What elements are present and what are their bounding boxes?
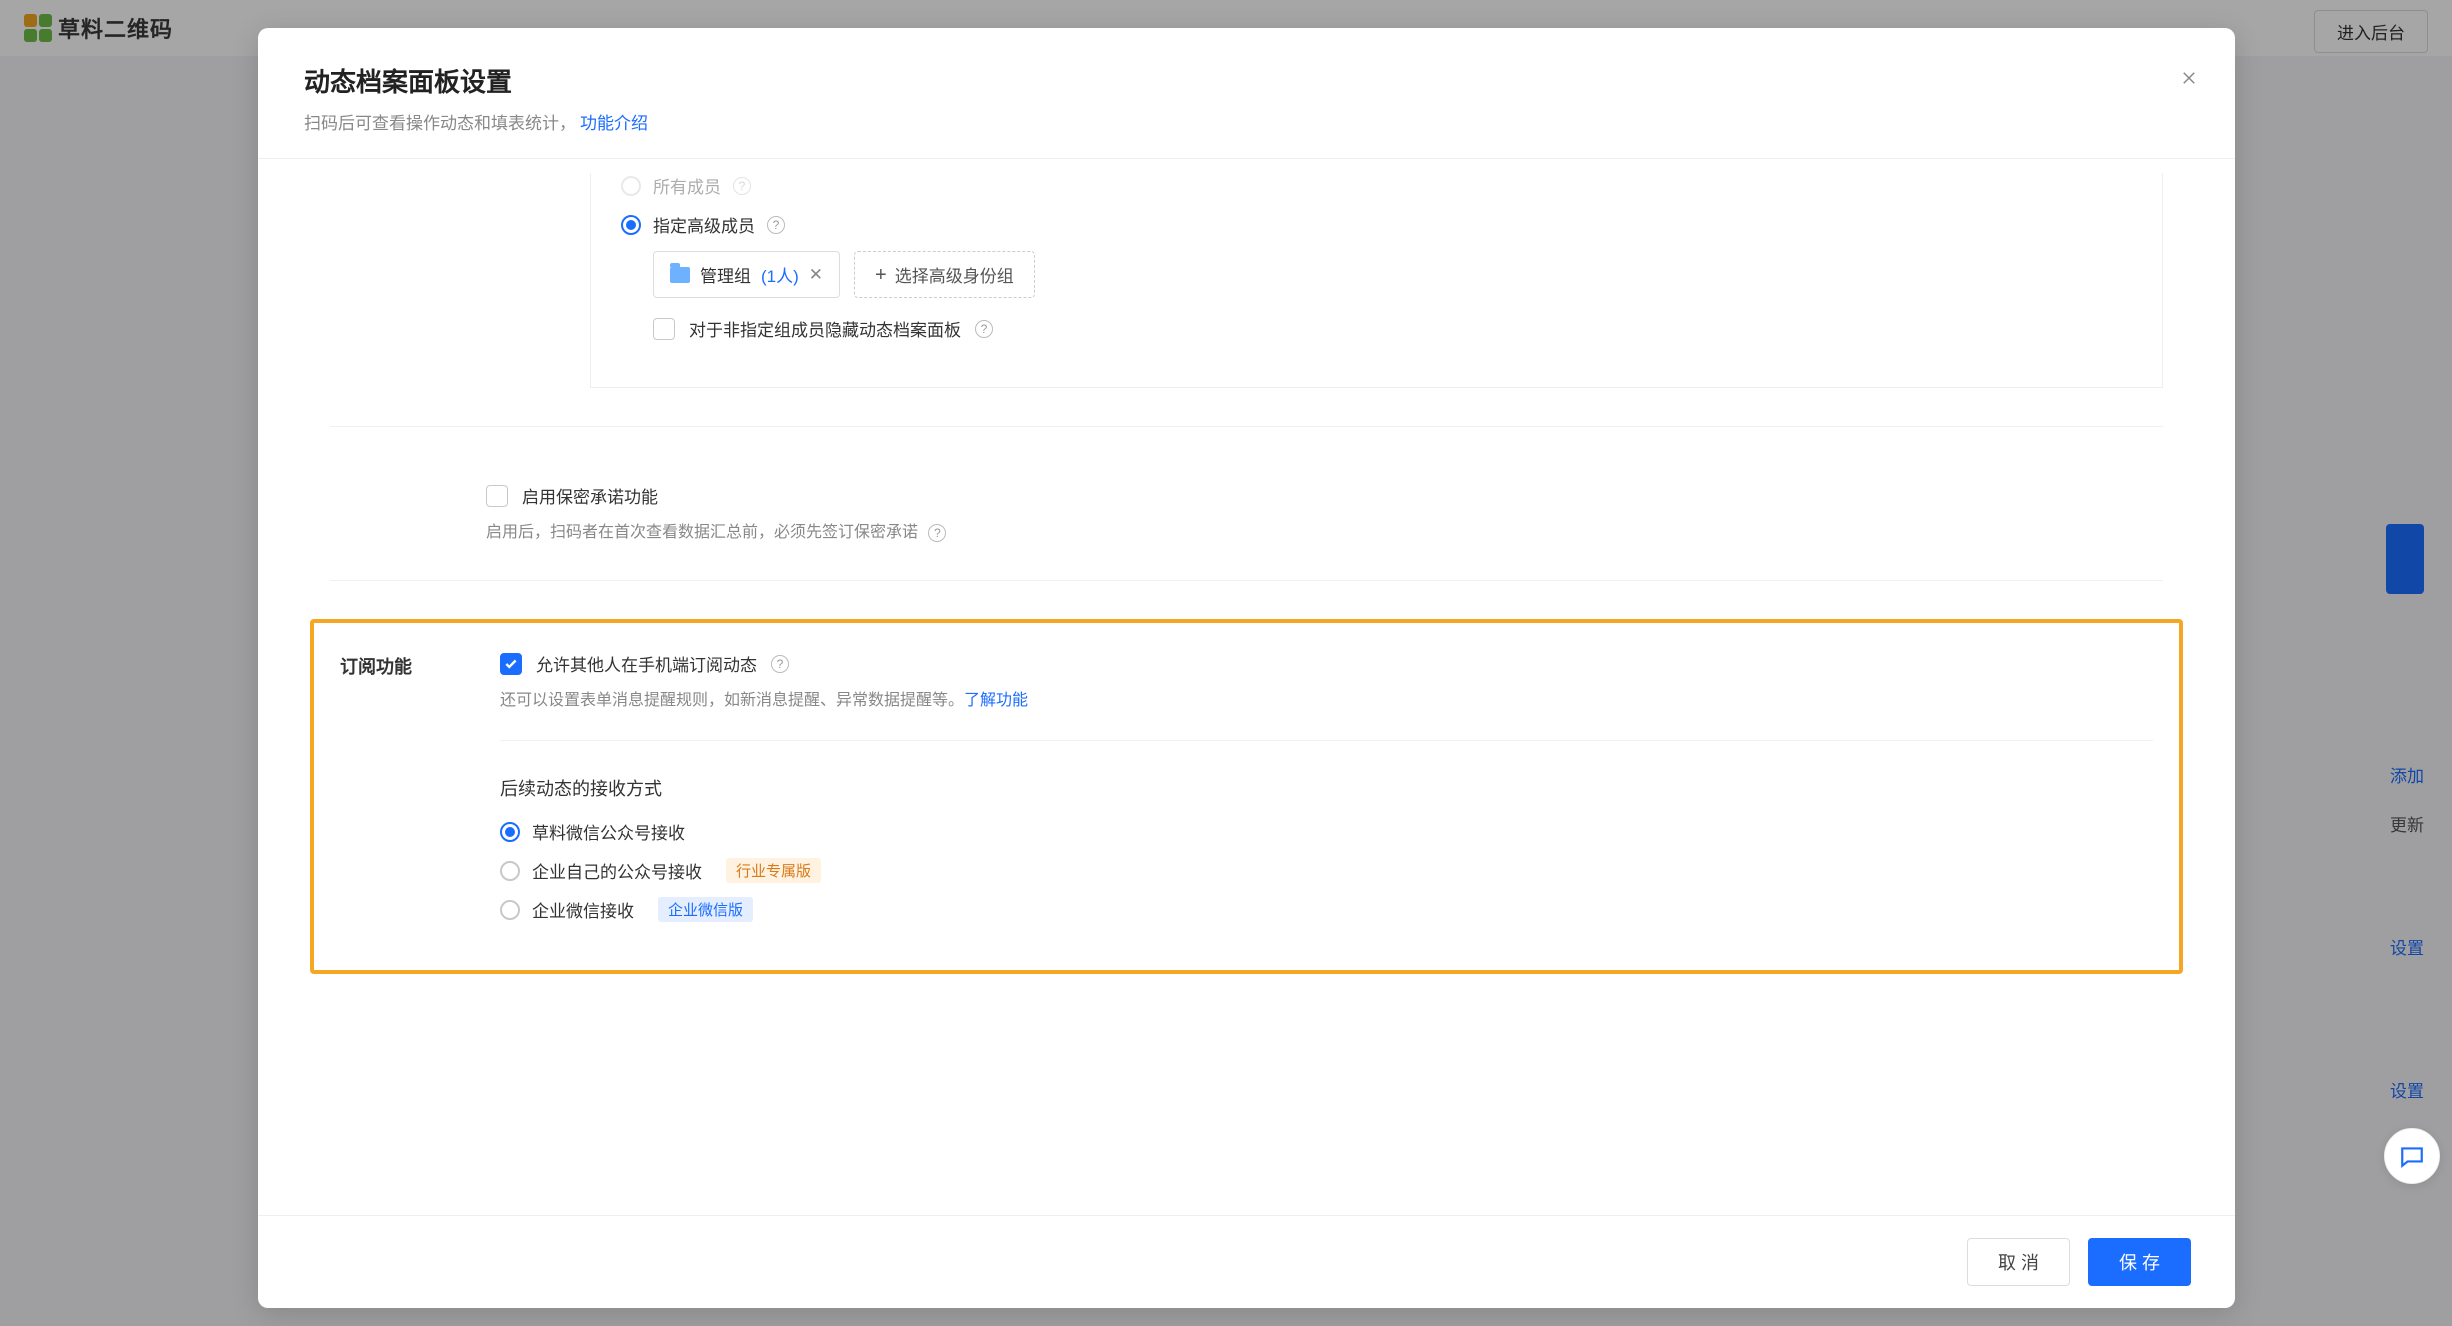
save-button[interactable]: 保 存 — [2088, 1238, 2191, 1286]
group-chip-count: (1人) — [761, 262, 799, 287]
checkbox-icon-checked — [500, 653, 522, 675]
radio-all-members[interactable]: 所有成员 ? — [621, 173, 2122, 198]
modal-subtitle: 扫码后可查看操作动态和填表统计，功能介绍 — [304, 109, 2189, 134]
modal-body: 所有成员 ? 指定高级成员 ? 管理组 (1人) ✕ + — [258, 159, 2235, 1215]
checkbox-icon — [486, 485, 508, 507]
group-chip-label: 管理组 — [700, 262, 751, 287]
close-button[interactable] — [2175, 64, 2203, 92]
cancel-button[interactable]: 取 消 — [1967, 1238, 2070, 1286]
help-icon[interactable]: ? — [928, 524, 946, 542]
industry-badge: 行业专属版 — [726, 858, 821, 883]
plus-icon: + — [875, 265, 887, 285]
feature-intro-link[interactable]: 功能介绍 — [580, 114, 648, 133]
radio-wecom[interactable]: 企业微信接收 企业微信版 — [500, 897, 2153, 922]
checkbox-icon — [653, 318, 675, 340]
chat-help-button[interactable] — [2384, 1128, 2440, 1184]
modal-subtitle-text: 扫码后可查看操作动态和填表统计， — [304, 114, 576, 133]
help-icon[interactable]: ? — [733, 177, 751, 195]
radio-label: 企业自己的公众号接收 — [532, 858, 702, 883]
select-group-button[interactable]: + 选择高级身份组 — [854, 251, 1035, 298]
radio-admin-members[interactable]: 指定高级成员 ? — [621, 212, 2122, 237]
radio-enterprise-wechat[interactable]: 企业自己的公众号接收 行业专属版 — [500, 858, 2153, 883]
learn-more-link[interactable]: 了解功能 — [964, 692, 1028, 709]
remove-chip-button[interactable]: ✕ — [809, 265, 823, 285]
radio-icon — [500, 861, 520, 881]
subscribe-section: 订阅功能 允许其他人在手机端订阅动态 ? 还可以设置表单消息提醒规则，如新消息提… — [334, 651, 2159, 936]
confidential-section: 启用保密承诺功能 启用后，扫码者在首次查看数据汇总前，必须先签订保密承诺 ? — [460, 465, 2163, 542]
subscribe-highlight-box: 订阅功能 允许其他人在手机端订阅动态 ? 还可以设置表单消息提醒规则，如新消息提… — [310, 619, 2183, 974]
radio-caoliao-wechat[interactable]: 草料微信公众号接收 — [500, 819, 2153, 844]
allow-subscribe-checkbox[interactable]: 允许其他人在手机端订阅动态 ? — [500, 651, 2153, 676]
divider — [330, 580, 2163, 581]
radio-label: 指定高级成员 — [653, 212, 755, 237]
permission-group: 所有成员 ? 指定高级成员 ? 管理组 (1人) ✕ + — [590, 173, 2163, 388]
folder-icon — [670, 267, 690, 283]
section-label: 订阅功能 — [340, 651, 480, 936]
receive-method-heading: 后续动态的接收方式 — [500, 775, 2153, 801]
divider — [500, 740, 2153, 741]
close-icon — [2180, 69, 2198, 87]
hide-panel-checkbox-row[interactable]: 对于非指定组成员隐藏动态档案面板 ? — [653, 316, 2122, 341]
chat-icon — [2399, 1143, 2425, 1169]
radio-icon — [500, 900, 520, 920]
modal-footer: 取 消 保 存 — [258, 1215, 2235, 1308]
radio-icon — [621, 176, 641, 196]
group-chip: 管理组 (1人) ✕ — [653, 251, 840, 298]
confidential-desc: 启用后，扫码者在首次查看数据汇总前，必须先签订保密承诺 ? — [486, 518, 2137, 542]
select-group-label: 选择高级身份组 — [895, 262, 1014, 287]
wecom-badge: 企业微信版 — [658, 897, 753, 922]
checkbox-label: 对于非指定组成员隐藏动态档案面板 — [689, 316, 961, 341]
checkbox-label: 启用保密承诺功能 — [522, 483, 658, 508]
divider — [330, 426, 2163, 427]
help-icon[interactable]: ? — [975, 320, 993, 338]
settings-modal: 动态档案面板设置 扫码后可查看操作动态和填表统计，功能介绍 所有成员 ? 指定高… — [258, 28, 2235, 1308]
help-icon[interactable]: ? — [771, 655, 789, 673]
help-icon[interactable]: ? — [767, 216, 785, 234]
radio-icon-checked — [621, 215, 641, 235]
subscribe-desc: 还可以设置表单消息提醒规则，如新消息提醒、异常数据提醒等。了解功能 — [500, 686, 2153, 710]
modal-header: 动态档案面板设置 扫码后可查看操作动态和填表统计，功能介绍 — [258, 28, 2235, 159]
radio-label: 所有成员 — [653, 173, 721, 198]
modal-title: 动态档案面板设置 — [304, 62, 2189, 99]
radio-icon-checked — [500, 822, 520, 842]
enable-confidential-checkbox[interactable]: 启用保密承诺功能 — [486, 483, 2137, 508]
radio-label: 企业微信接收 — [532, 897, 634, 922]
checkbox-label: 允许其他人在手机端订阅动态 — [536, 651, 757, 676]
radio-label: 草料微信公众号接收 — [532, 819, 685, 844]
